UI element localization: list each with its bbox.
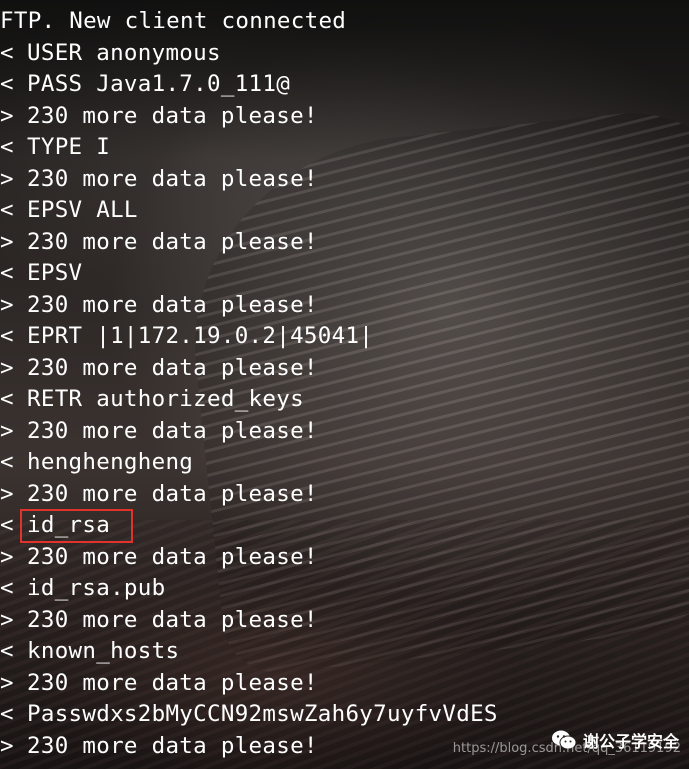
log-line-text: FTP. New client connected [0,8,347,34]
incoming-marker: < [0,638,14,664]
log-line-text: 230 more data please! [27,102,318,129]
log-line: < known_hosts [0,636,498,668]
log-line: FTP. New client connected [0,6,498,38]
log-line-text: 230 more data please! [27,228,318,255]
incoming-marker: < [0,134,14,160]
log-line-text: Passwdxs2bMyCCN92mswZah6y7uyfvVdES [27,701,498,727]
log-line: >230 more data please! [0,416,498,448]
log-line-text: EPSV [27,260,83,286]
log-line-text: 230 more data please! [27,606,318,633]
log-line: < RETR authorized_keys [0,384,498,416]
log-line-text: USER anonymous [27,39,221,66]
outgoing-marker: > [0,480,14,507]
highlight-box-id-rsa [20,509,133,543]
outgoing-marker: > [0,606,14,633]
log-line: >230 more data please! [0,290,498,322]
outgoing-marker: > [0,417,14,444]
log-line-text: 230 more data please! [27,417,318,444]
incoming-marker: < [0,71,14,97]
incoming-marker: < [0,701,14,727]
outgoing-marker: > [0,228,14,255]
log-line: >230 more data please! [0,731,498,763]
log-line-text: id_rsa.pub [27,575,166,601]
log-line: < id_rsa.pub [0,573,498,605]
log-line: < TYPE I [0,132,498,164]
outgoing-marker: > [0,543,14,570]
log-line: >230 more data please! [0,164,498,196]
outgoing-marker: > [0,291,14,318]
log-line-text: 230 more data please! [27,291,318,318]
log-line-text: 230 more data please! [27,165,318,192]
incoming-marker: < [0,449,14,475]
log-line: < PASS Java1.7.0_111@ [0,69,498,101]
log-line: < Passwdxs2bMyCCN92mswZah6y7uyfvVdES [0,699,498,731]
ftp-log: FTP. New client connected < USER anonymous… [0,6,498,762]
log-line: >230 more data please! [0,605,498,637]
incoming-marker: < [0,386,14,412]
log-line: < USER anonymous [0,38,498,70]
log-line: >230 more data please! [0,668,498,700]
log-line-text: EPSV ALL [27,197,138,223]
log-line: < henghengheng [0,447,498,479]
outgoing-marker: > [0,669,14,696]
log-line: < EPSV ALL [0,195,498,227]
log-line: >230 more data please! [0,101,498,133]
log-line-text: RETR authorized_keys [27,386,304,412]
log-line-text: 230 more data please! [27,669,318,696]
log-line-text: 230 more data please! [27,543,318,570]
log-line: >230 more data please! [0,479,498,511]
log-line: < EPSV [0,258,498,290]
log-line: >230 more data please! [0,353,498,385]
outgoing-marker: > [0,165,14,192]
log-line: >230 more data please! [0,227,498,259]
incoming-marker: < [0,323,14,349]
log-line-text: henghengheng [27,449,194,475]
log-line-text: 230 more data please! [27,480,318,507]
incoming-marker: < [0,39,14,66]
incoming-marker: < [0,260,14,286]
log-line-text: 230 more data please! [27,732,318,759]
log-line-text: 230 more data please! [27,354,318,381]
log-line-text: EPRT |1|172.19.0.2|45041| [27,323,374,349]
log-line: >230 more data please! [0,542,498,574]
terminal-screen: FTP. New client connected < USER anonymous… [0,0,689,769]
log-line-text: PASS Java1.7.0_111@ [27,71,291,97]
log-line-text: TYPE I [27,134,111,160]
outgoing-marker: > [0,354,14,381]
outgoing-marker: > [0,102,14,129]
incoming-marker: < [0,197,14,223]
log-line: < EPRT |1|172.19.0.2|45041| [0,321,498,353]
incoming-marker: < [0,575,14,601]
watermark-url: https://blog.csdn.net/qq_36119192 [452,741,681,756]
outgoing-marker: > [0,732,14,759]
log-line-text: known_hosts [27,638,180,664]
